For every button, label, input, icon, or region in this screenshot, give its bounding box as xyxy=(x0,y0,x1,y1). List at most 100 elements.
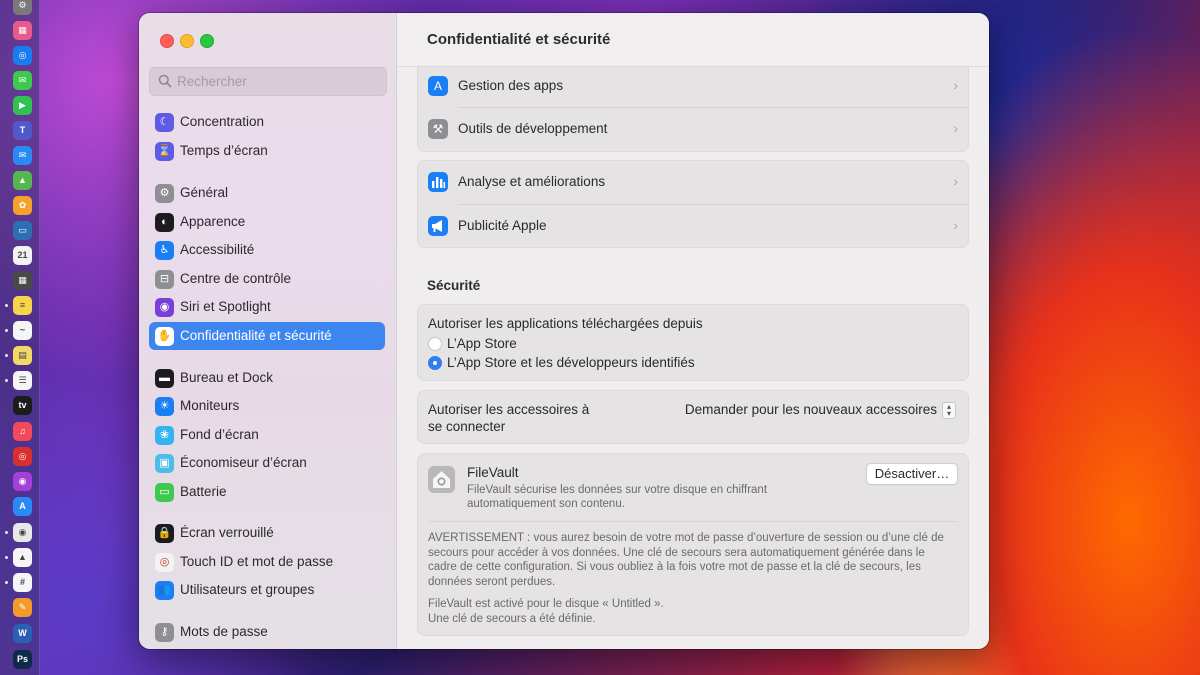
control-center-icon: ⊟ xyxy=(155,270,174,289)
launchpad-icon[interactable]: ▦ xyxy=(13,21,32,40)
slack-icon[interactable]: # xyxy=(13,573,32,592)
accessories-card: Autoriser les accessoires à se connecter… xyxy=(417,390,969,444)
running-indicator xyxy=(5,379,8,382)
sidebar-item-label: Moniteurs xyxy=(180,398,240,413)
facetime-icon[interactable]: ▶ xyxy=(13,96,32,115)
moon-icon: ☾ xyxy=(155,113,174,132)
row-label: Gestion des apps xyxy=(458,78,564,93)
music-icon[interactable]: ♫ xyxy=(13,422,32,441)
radio-label-app-store-developers: L’App Store et les développeurs identifi… xyxy=(447,355,695,370)
running-indicator xyxy=(5,556,8,559)
row-gestion-apps[interactable]: A Gestion des apps › xyxy=(418,65,968,108)
apps-group: A Gestion des apps › ⚒ Outils de dévelop… xyxy=(417,66,969,152)
hourglass-icon: ⌛ xyxy=(155,142,174,161)
teams-icon[interactable]: T xyxy=(13,121,32,140)
filevault-desc-line1: FileVault sécurise les données sur votre… xyxy=(467,484,768,496)
main-header: Confidentialité et sécurité xyxy=(397,13,989,67)
sidebar-item-label: Apparence xyxy=(180,214,246,229)
sidebar-item-siri-et-spotlight[interactable]: ◉ Siri et Spotlight xyxy=(149,293,385,321)
safari-icon[interactable]: ◎ xyxy=(13,46,32,65)
sidebar-item-economiseur-d-ecran[interactable]: ▣ Économiseur d’écran xyxy=(149,449,385,477)
podcasts-icon[interactable]: ◉ xyxy=(13,472,32,491)
freeform-icon[interactable]: ~ xyxy=(13,321,32,340)
siri-icon: ◉ xyxy=(155,298,174,317)
sidebar-item-general[interactable]: ⚙ Général xyxy=(149,179,385,207)
sidebar-item-label: Confidentialité et sécurité xyxy=(180,328,332,343)
zoom-button[interactable] xyxy=(200,34,214,48)
sidebar-item-label: Batterie xyxy=(180,484,227,499)
sidebar: Rechercher ☾ Concentration ⌛ Temps d’écran ⚙… xyxy=(139,13,397,649)
sidebar-item-fond-d-ecran[interactable]: ❀ Fond d’écran xyxy=(149,421,385,449)
search-input[interactable]: Rechercher xyxy=(149,67,387,96)
sidebar-item-touch-id-et-mot-de-passe[interactable]: ◎ Touch ID et mot de passe xyxy=(149,548,385,576)
row-outils-developpement[interactable]: ⚒ Outils de développement › xyxy=(418,108,968,151)
preview-icon[interactable]: ▭ xyxy=(13,221,32,240)
notes-icon[interactable]: ≡ xyxy=(13,296,32,315)
google-drive-icon[interactable]: ▲ xyxy=(13,548,32,567)
sidebar-item-moniteurs[interactable]: ☀ Moniteurs xyxy=(149,392,385,420)
accessories-select-value[interactable]: Demander pour les nouveaux accessoires xyxy=(685,402,937,417)
search-placeholder: Rechercher xyxy=(177,74,247,89)
running-indicator xyxy=(5,354,8,357)
sidebar-item-label: Fond d’écran xyxy=(180,427,259,442)
pages-icon[interactable]: ✎ xyxy=(13,598,32,617)
lock-icon: 🔒 xyxy=(155,524,174,543)
row-analyse[interactable]: Analyse et améliorations › xyxy=(418,161,968,204)
chevron-right-icon: › xyxy=(953,173,958,189)
chevron-right-icon: › xyxy=(953,77,958,93)
calculator-icon[interactable]: ▦ xyxy=(13,271,32,290)
sidebar-item-bureau-et-dock[interactable]: ▬ Bureau et Dock xyxy=(149,364,385,392)
mail-icon[interactable]: ✉ xyxy=(13,146,32,165)
chrome-icon[interactable]: ◉ xyxy=(13,523,32,542)
messages-icon[interactable]: ✉ xyxy=(13,71,32,90)
downloads-card: Autoriser les applications téléchargées … xyxy=(417,304,969,381)
settings-window: Rechercher ☾ Concentration ⌛ Temps d’écran ⚙… xyxy=(139,13,989,649)
gear-icon: ⚙ xyxy=(155,184,174,203)
radio-app-store-developers[interactable] xyxy=(428,356,442,370)
sidebar-item-ecran-verrouille[interactable]: 🔒 Écran verrouillé xyxy=(149,519,385,547)
radio-label-app-store: L’App Store xyxy=(447,336,517,351)
select-stepper-icon[interactable]: ▴ ▾ xyxy=(942,402,956,419)
row-label: Outils de développement xyxy=(458,121,608,136)
analytics-group: Analyse et améliorations › Publicité App… xyxy=(417,160,969,248)
creative-cloud-icon[interactable]: ◎ xyxy=(13,447,32,466)
warning-line4: données seront perdues. xyxy=(428,575,556,588)
key-icon: ⚷ xyxy=(155,623,174,642)
sidebar-item-centre-de-controle[interactable]: ⊟ Centre de contrôle xyxy=(149,265,385,293)
main-pane: Confidentialité et sécurité A Gestion de… xyxy=(397,13,989,649)
filevault-disable-button[interactable]: Désactiver… xyxy=(866,463,958,485)
maps-icon[interactable]: ▲ xyxy=(13,171,32,190)
filevault-title: FileVault xyxy=(467,465,519,480)
photoshop-icon[interactable]: Ps xyxy=(13,650,32,669)
wallpaper-icon: ❀ xyxy=(155,426,174,445)
sidebar-item-batterie[interactable]: ▭ Batterie xyxy=(149,478,385,506)
apple-tv-icon[interactable]: tv xyxy=(13,396,32,415)
word-icon[interactable]: W xyxy=(13,624,32,643)
row-publicite[interactable]: Publicité Apple › xyxy=(418,205,968,248)
sidebar-item-concentration[interactable]: ☾ Concentration xyxy=(149,108,385,136)
warning-line3: cadre de cette configuration. Si vous ou… xyxy=(428,561,921,573)
hammer-icon: ⚒ xyxy=(428,119,448,139)
stickies-icon[interactable]: ▤ xyxy=(13,346,32,365)
hand-icon: ✋ xyxy=(155,327,174,346)
radio-app-store[interactable] xyxy=(428,337,442,351)
sidebar-item-temps-d-ecran[interactable]: ⌛ Temps d’écran xyxy=(149,137,385,165)
filevault-desc-line2: automatiquement son contenu. xyxy=(467,498,625,510)
chevron-right-icon: › xyxy=(953,120,958,136)
reminders-icon[interactable]: ☰ xyxy=(13,371,32,390)
photos-icon[interactable]: ✿ xyxy=(13,196,32,215)
running-indicator xyxy=(5,329,8,332)
app-store-icon[interactable]: A xyxy=(13,497,32,516)
sidebar-item-confidentialite-et-securite[interactable]: ✋ Confidentialité et sécurité xyxy=(149,322,385,350)
sidebar-item-label: Concentration xyxy=(180,114,265,129)
search-icon xyxy=(158,74,172,88)
sidebar-item-mots-de-passe[interactable]: ⚷ Mots de passe xyxy=(149,618,385,646)
minimize-button[interactable] xyxy=(180,34,194,48)
close-button[interactable] xyxy=(160,34,174,48)
sidebar-item-label: Économiseur d’écran xyxy=(180,455,307,470)
sidebar-item-utilisateurs-et-groupes[interactable]: 👥 Utilisateurs et groupes xyxy=(149,576,385,604)
calendar-icon[interactable]: 21 xyxy=(13,246,32,265)
system-settings-icon[interactable]: ⚙ xyxy=(13,0,32,15)
sidebar-item-accessibilite[interactable]: ♿ Accessibilité xyxy=(149,236,385,264)
sidebar-item-apparence[interactable]: ◐ Apparence xyxy=(149,208,385,236)
